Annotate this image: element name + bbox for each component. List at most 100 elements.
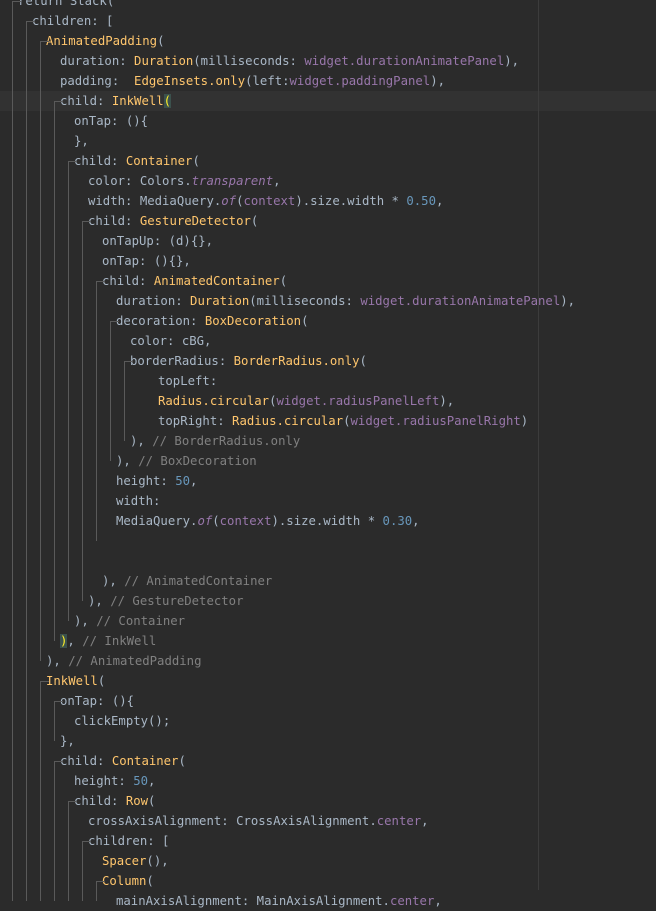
code-line[interactable]: topRight: Radius.circular(widget.radiusP… xyxy=(0,411,656,431)
code-token: widget.durationAnimatePanel xyxy=(304,54,505,68)
code-line[interactable]: color: cBG, xyxy=(0,331,656,351)
code-token: ( xyxy=(212,514,220,528)
code-line[interactable]: Radius.circular(widget.radiusPanelLeft), xyxy=(0,391,656,411)
code-line[interactable]: }, xyxy=(0,131,656,151)
code-line[interactable]: children: [ xyxy=(0,11,656,31)
code-line[interactable]: mainAxisAlignment: MainAxisAlignment.cen… xyxy=(0,891,656,911)
code-line[interactable]: ), // GestureDetector xyxy=(0,591,656,611)
code-line-content: height: 50, xyxy=(116,471,197,491)
code-token: ), xyxy=(130,434,153,448)
code-line[interactable]: onTap: (){}, xyxy=(0,251,656,271)
indent-guide xyxy=(124,361,125,441)
code-token: 0.50 xyxy=(406,194,436,208)
code-line[interactable]: borderRadius: BorderRadius.only( xyxy=(0,351,656,371)
code-line-content: ), // InkWell xyxy=(60,631,156,651)
code-line-content: onTap: (){ xyxy=(60,691,134,711)
code-line[interactable]: crossAxisAlignment: CrossAxisAlignment.c… xyxy=(0,811,656,831)
code-token: borderRadius: xyxy=(130,354,234,368)
code-line-content: topLeft: xyxy=(158,371,217,391)
code-line[interactable]: child: InkWell( xyxy=(0,91,656,111)
code-token: , xyxy=(190,474,198,488)
indent-guide xyxy=(96,281,97,541)
indent-guide xyxy=(54,701,55,741)
code-token: ( xyxy=(343,414,351,428)
code-line[interactable]: InkWell( xyxy=(0,671,656,691)
code-line[interactable]: width: MediaQuery.of(context).size.width… xyxy=(0,191,656,211)
code-line[interactable]: child: GestureDetector( xyxy=(0,211,656,231)
code-token: Column xyxy=(102,874,147,888)
code-line[interactable]: ), // BorderRadius.only xyxy=(0,431,656,451)
code-line[interactable]: child: Row( xyxy=(0,791,656,811)
code-line[interactable]: height: 50, xyxy=(0,771,656,791)
code-line-content: duration: Duration(milliseconds: widget.… xyxy=(116,291,575,311)
code-line[interactable]: onTap: (){ xyxy=(0,691,656,711)
code-token: onTap: (){ xyxy=(74,114,149,128)
code-token: context xyxy=(219,514,272,528)
code-line[interactable]: duration: Duration(milliseconds: widget.… xyxy=(0,291,656,311)
indent-guide xyxy=(54,761,55,901)
code-line[interactable]: ), // BoxDecoration xyxy=(0,451,656,471)
code-line[interactable]: height: 50, xyxy=(0,471,656,491)
code-line[interactable]: topLeft: xyxy=(0,371,656,391)
code-line[interactable]: MediaQuery.of(context).size.width * 0.30… xyxy=(0,511,656,531)
code-token: BoxDecoration xyxy=(204,314,302,328)
code-token: widget.radiusPanelLeft xyxy=(276,394,440,408)
code-token: AnimatedContainer xyxy=(153,274,280,288)
code-line-content: child: InkWell( xyxy=(60,91,172,111)
code-line[interactable]: padding: EdgeInsets.only(left:widget.pad… xyxy=(0,71,656,91)
code-line[interactable]: return Stack( xyxy=(0,0,656,11)
code-line-content: Spacer(), xyxy=(102,851,169,871)
code-token: padding: xyxy=(60,74,135,88)
indent-guide xyxy=(26,21,27,901)
code-line-content: InkWell( xyxy=(46,671,105,691)
code-line[interactable]: onTapUp: (d){}, xyxy=(0,231,656,251)
code-editor[interactable]: return Stack(children: [AnimatedPadding(… xyxy=(0,0,656,911)
code-line-content: crossAxisAlignment: CrossAxisAlignment.c… xyxy=(88,811,429,831)
indent-guide xyxy=(12,1,13,901)
code-line[interactable]: ), // InkWell xyxy=(0,631,656,651)
indent-guide-tick xyxy=(40,681,49,682)
indent-guide xyxy=(68,801,69,901)
code-line-content: width: MediaQuery.of(context).size.width… xyxy=(88,191,443,211)
code-line[interactable]: duration: Duration(milliseconds: widget.… xyxy=(0,51,656,71)
code-line-content: Radius.circular(widget.radiusPanelLeft), xyxy=(158,391,454,411)
code-token: , xyxy=(412,514,420,528)
indent-guide xyxy=(40,681,41,901)
code-token: clickEmpty(); xyxy=(74,714,171,728)
indent-guide-tick xyxy=(96,281,105,282)
code-token: BorderRadius.only xyxy=(233,354,360,368)
code-line[interactable]: onTap: (){ xyxy=(0,111,656,131)
code-line[interactable]: width: xyxy=(0,491,656,511)
code-token: , xyxy=(434,894,442,908)
code-line[interactable]: ), // AnimatedPadding xyxy=(0,651,656,671)
code-token: child: xyxy=(60,94,112,108)
code-line[interactable]: color: Colors.transparent, xyxy=(0,171,656,191)
code-line-content: decoration: BoxDecoration( xyxy=(116,311,309,331)
code-token: ), xyxy=(88,594,111,608)
code-token: ( xyxy=(178,754,186,768)
code-token: 50 xyxy=(133,774,149,788)
code-line[interactable]: children: [ xyxy=(0,831,656,851)
code-line[interactable]: child: Container( xyxy=(0,151,656,171)
indent-guide xyxy=(82,221,83,601)
code-line-content: height: 50, xyxy=(74,771,155,791)
indent-guide xyxy=(96,881,97,901)
code-token: , xyxy=(421,814,429,828)
code-line[interactable]: AnimatedPadding( xyxy=(0,31,656,51)
code-line[interactable]: child: Container( xyxy=(0,751,656,771)
code-token: // Container xyxy=(96,614,186,628)
code-line[interactable]: }, xyxy=(0,731,656,751)
code-token: Duration xyxy=(134,54,194,68)
code-token: duration: xyxy=(116,294,191,308)
code-line[interactable] xyxy=(0,551,656,571)
code-line[interactable]: Spacer(), xyxy=(0,851,656,871)
code-line[interactable]: ), // AnimatedContainer xyxy=(0,571,656,591)
code-token: height: xyxy=(116,474,176,488)
code-line[interactable] xyxy=(0,531,656,551)
code-line-content: AnimatedPadding( xyxy=(46,31,164,51)
code-line[interactable]: decoration: BoxDecoration( xyxy=(0,311,656,331)
code-line[interactable]: clickEmpty(); xyxy=(0,711,656,731)
indent-guide xyxy=(54,101,55,641)
code-line[interactable]: ), // Container xyxy=(0,611,656,631)
code-line-content: onTapUp: (d){}, xyxy=(102,231,213,251)
